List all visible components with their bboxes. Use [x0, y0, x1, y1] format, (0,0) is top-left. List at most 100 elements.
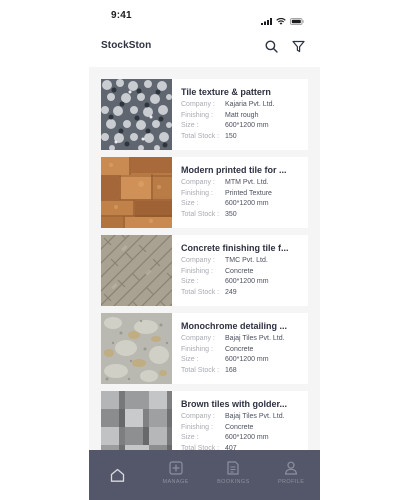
product-title: Concrete finishing tile f... — [181, 243, 289, 253]
stock-row: Total Stock : 168 — [181, 366, 308, 377]
product-info: Modern printed tile for ... Company : MTM… — [172, 157, 308, 228]
herringbone-tile-image — [101, 235, 172, 306]
product-title: Modern printed tile for ... — [181, 165, 287, 175]
finishing-value: Printed Texture — [225, 189, 272, 197]
company-row: Company : Bajaj Tiles Pvt. Ltd. — [181, 334, 308, 345]
nav-home[interactable] — [89, 450, 147, 500]
filter-button[interactable] — [290, 38, 306, 54]
size-row: Size : 600*1200 mm — [181, 121, 308, 132]
nav-bookings-label: BOOKINGS — [217, 479, 250, 485]
stone-block-tile-image — [101, 391, 172, 450]
stock-value: 249 — [225, 288, 237, 296]
company-label: Company : — [181, 101, 215, 108]
signal-icon — [261, 12, 272, 30]
stock-label: Total Stock : — [181, 210, 220, 218]
product-title: Monochrome detailing ... — [181, 321, 288, 331]
filter-icon — [291, 40, 305, 52]
finishing-value: Concrete — [225, 423, 254, 431]
company-row: Company : MTM Pvt. Ltd. — [181, 178, 308, 189]
stock-value: 168 — [225, 366, 237, 374]
status-time: 9:41 — [111, 10, 132, 21]
terrazzo-tile-image — [101, 79, 172, 150]
company-label: Company : — [181, 335, 215, 342]
company-value: Kajaria Pvt. Ltd. — [225, 101, 275, 108]
size-label: Size : — [181, 278, 199, 285]
product-card[interactable]: Concrete finishing tile f... Company : TM… — [101, 235, 308, 306]
product-info: Brown tiles with golder... Company : Baja… — [172, 391, 308, 450]
company-value: TMC Pvt. Ltd. — [225, 257, 268, 264]
nav-manage-label: MANAGE — [162, 479, 189, 485]
finishing-row: Finishing : Matt rough — [181, 111, 308, 122]
home-icon — [111, 468, 125, 482]
app-header: StockSton — [89, 30, 320, 64]
finishing-value: Concrete — [225, 345, 254, 353]
product-title: Tile texture & pattern — [181, 87, 271, 97]
granite-tile-image — [101, 313, 172, 384]
stock-label: Total Stock : — [181, 288, 220, 296]
finishing-label: Finishing : — [181, 267, 213, 275]
stock-value: 350 — [225, 210, 237, 218]
product-title: Brown tiles with golder... — [181, 399, 288, 409]
size-label: Size : — [181, 434, 199, 441]
finishing-row: Finishing : Concrete — [181, 423, 308, 434]
product-info: Monochrome detailing ... Company : Bajaj … — [172, 313, 308, 384]
finishing-label: Finishing : — [181, 345, 213, 353]
stock-value: 150 — [225, 132, 237, 140]
company-row: Company : Bajaj Tiles Pvt. Ltd. — [181, 412, 308, 423]
finishing-value: Matt rough — [225, 111, 259, 119]
search-icon — [265, 40, 278, 53]
bottom-navigation: MANAGE BOOKINGS PROFILE — [89, 450, 320, 500]
company-value: MTM Pvt. Ltd. — [225, 179, 269, 186]
product-card[interactable]: Modern printed tile for ... Company : MTM… — [101, 157, 308, 228]
finishing-label: Finishing : — [181, 189, 213, 197]
product-card[interactable]: Monochrome detailing ... Company : Bajaj … — [101, 313, 308, 384]
phone-screen: 9:41 StockSton Tile texture & pattern Co… — [89, 0, 320, 500]
finishing-value: Concrete — [225, 267, 254, 275]
size-value: 600*1200 mm — [225, 434, 269, 441]
company-label: Company : — [181, 179, 215, 186]
finishing-row: Finishing : Concrete — [181, 267, 308, 278]
product-card[interactable]: Brown tiles with golder... Company : Baja… — [101, 391, 308, 450]
stock-row: Total Stock : 249 — [181, 288, 308, 299]
size-row: Size : 600*1200 mm — [181, 277, 308, 288]
search-button[interactable] — [263, 38, 279, 54]
battery-icon — [290, 12, 304, 30]
company-value: Bajaj Tiles Pvt. Ltd. — [225, 335, 285, 342]
stock-row: Total Stock : 350 — [181, 210, 308, 221]
size-row: Size : 600*1200 mm — [181, 355, 308, 366]
company-label: Company : — [181, 413, 215, 420]
wifi-icon — [276, 12, 286, 30]
company-value: Bajaj Tiles Pvt. Ltd. — [225, 413, 285, 420]
sandstone-tile-image — [101, 157, 172, 228]
document-icon — [227, 461, 239, 475]
size-value: 600*1200 mm — [225, 278, 269, 285]
size-value: 600*1200 mm — [225, 122, 269, 129]
finishing-label: Finishing : — [181, 423, 213, 431]
status-icons — [261, 12, 304, 30]
product-list[interactable]: Tile texture & pattern Company : Kajaria … — [89, 67, 320, 450]
product-info: Concrete finishing tile f... Company : TM… — [172, 235, 308, 306]
status-bar: 9:41 — [89, 0, 320, 30]
user-icon — [285, 461, 298, 475]
finishing-row: Finishing : Printed Texture — [181, 189, 308, 200]
nav-manage[interactable]: MANAGE — [147, 450, 205, 500]
app-title: StockSton — [101, 40, 152, 51]
add-square-icon — [169, 461, 183, 475]
finishing-row: Finishing : Concrete — [181, 345, 308, 356]
company-row: Company : Kajaria Pvt. Ltd. — [181, 100, 308, 111]
nav-profile[interactable]: PROFILE — [262, 450, 320, 500]
nav-profile-label: PROFILE — [277, 479, 305, 485]
size-label: Size : — [181, 200, 199, 207]
size-value: 600*1200 mm — [225, 356, 269, 363]
company-label: Company : — [181, 257, 215, 264]
size-row: Size : 600*1200 mm — [181, 199, 308, 210]
product-card[interactable]: Tile texture & pattern Company : Kajaria … — [101, 79, 308, 150]
size-label: Size : — [181, 122, 199, 129]
stock-label: Total Stock : — [181, 132, 220, 140]
size-value: 600*1200 mm — [225, 200, 269, 207]
company-row: Company : TMC Pvt. Ltd. — [181, 256, 308, 267]
size-row: Size : 600*1200 mm — [181, 433, 308, 444]
product-info: Tile texture & pattern Company : Kajaria … — [172, 79, 308, 150]
stock-row: Total Stock : 150 — [181, 132, 308, 143]
nav-bookings[interactable]: BOOKINGS — [205, 450, 263, 500]
